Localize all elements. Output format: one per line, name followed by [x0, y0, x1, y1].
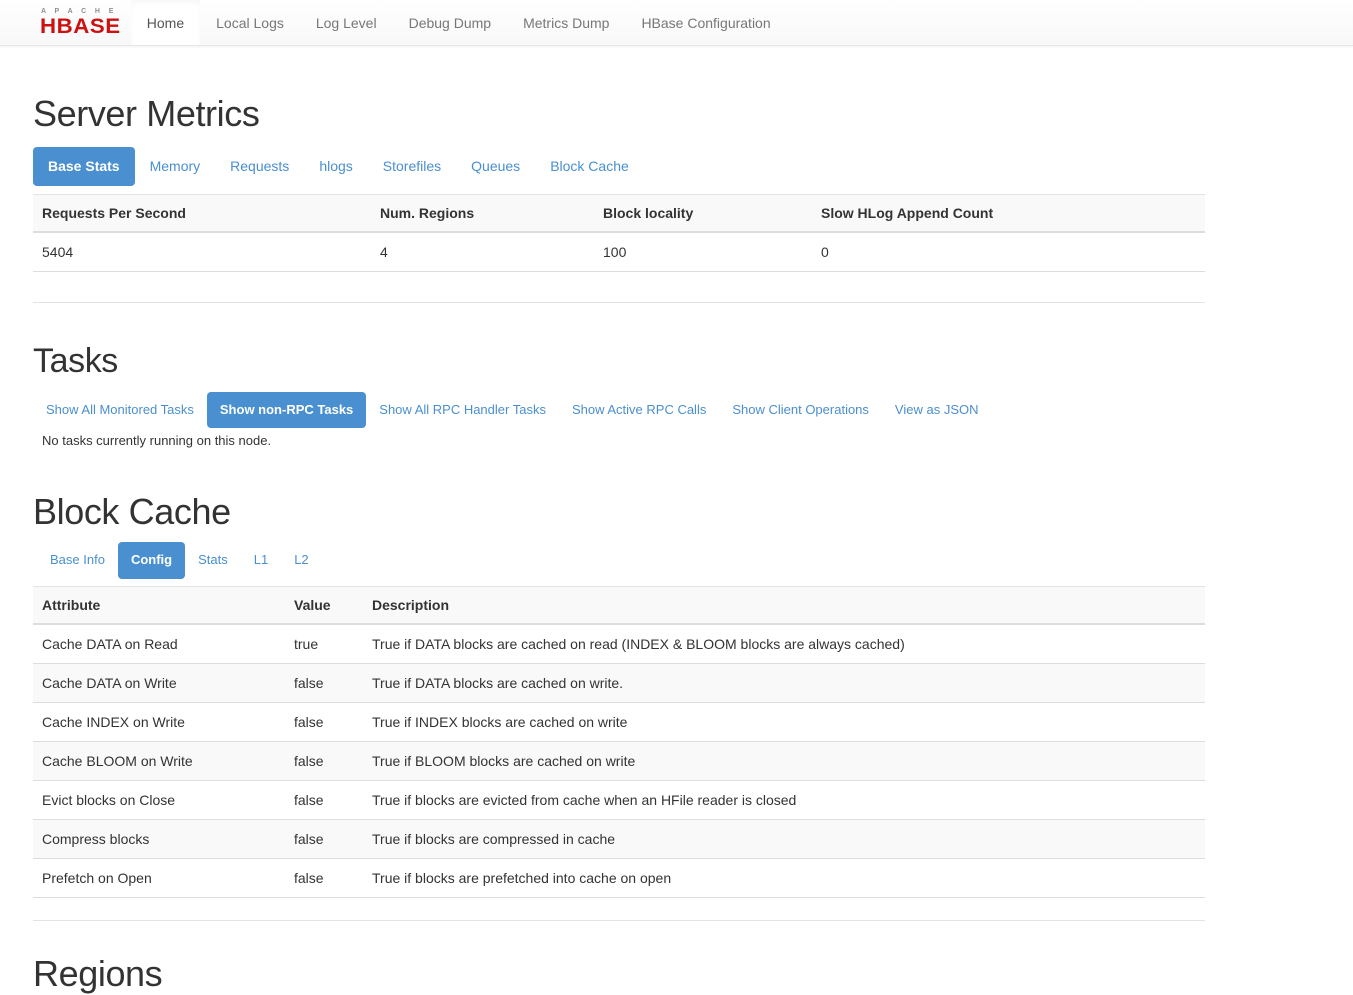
- tab-memory[interactable]: Memory: [135, 147, 216, 187]
- tab-base-info[interactable]: Base Info: [37, 542, 118, 578]
- server-metrics-table-head: Requests Per SecondNum. RegionsBlock loc…: [33, 195, 1205, 233]
- table-cell: Cache INDEX on Write: [33, 702, 285, 741]
- tab-block-cache[interactable]: Block Cache: [535, 147, 644, 187]
- column-header: Num. Regions: [371, 195, 594, 233]
- tab-l2[interactable]: L2: [281, 542, 321, 578]
- nav-item-local-logs[interactable]: Local Logs: [200, 0, 300, 45]
- tab-storefiles[interactable]: Storefiles: [368, 147, 456, 187]
- table-cell: True if DATA blocks are cached on write.: [363, 663, 1205, 702]
- tab-show-non-rpc-tasks[interactable]: Show non-RPC Tasks: [207, 392, 366, 428]
- block-cache-tabs: Base InfoConfigStatsL1L2: [37, 542, 1174, 578]
- table-row: Cache DATA on WritefalseTrue if DATA blo…: [33, 663, 1205, 702]
- column-header: Attribute: [33, 586, 285, 624]
- table-header-row: AttributeValueDescription: [33, 586, 1205, 624]
- table-row: 540441000: [33, 232, 1205, 272]
- tasks-empty-message: No tasks currently running on this node.: [42, 432, 1174, 450]
- navbar-links: HomeLocal LogsLog LevelDebug DumpMetrics…: [131, 0, 787, 45]
- table-cell: Cache DATA on Write: [33, 663, 285, 702]
- top-navbar: A P A C H E HBASE HomeLocal LogsLog Leve…: [0, 0, 1353, 46]
- section-divider-block-cache: [33, 920, 1205, 921]
- tab-base-stats[interactable]: Base Stats: [33, 147, 135, 187]
- table-cell: Prefetch on Open: [33, 858, 285, 897]
- table-cell: true: [285, 624, 363, 664]
- column-header: Slow HLog Append Count: [812, 195, 1205, 233]
- nav-item-hbase-configuration[interactable]: HBase Configuration: [625, 0, 786, 45]
- tab-show-all-rpc-handler-tasks[interactable]: Show All RPC Handler Tasks: [366, 392, 559, 428]
- table-cell: false: [285, 858, 363, 897]
- table-cell: false: [285, 702, 363, 741]
- table-cell: Compress blocks: [33, 819, 285, 858]
- brand-hbase-text: HBASE: [40, 17, 121, 37]
- table-cell: True if DATA blocks are cached on read (…: [363, 624, 1205, 664]
- block-cache-table-body: Cache DATA on ReadtrueTrue if DATA block…: [33, 624, 1205, 898]
- table-cell: True if INDEX blocks are cached on write: [363, 702, 1205, 741]
- table-cell: Cache DATA on Read: [33, 624, 285, 664]
- table-cell: True if BLOOM blocks are cached on write: [363, 741, 1205, 780]
- table-cell: 5404: [33, 232, 371, 272]
- column-header: Block locality: [594, 195, 812, 233]
- table-cell: false: [285, 663, 363, 702]
- tab-stats[interactable]: Stats: [185, 542, 241, 578]
- table-row: Compress blocksfalseTrue if blocks are c…: [33, 819, 1205, 858]
- block-cache-title: Block Cache: [33, 492, 1174, 532]
- tab-config[interactable]: Config: [118, 542, 185, 578]
- table-cell: True if blocks are prefetched into cache…: [363, 858, 1205, 897]
- tab-requests[interactable]: Requests: [215, 147, 304, 187]
- tab-queues[interactable]: Queues: [456, 147, 535, 187]
- table-row: Cache DATA on ReadtrueTrue if DATA block…: [33, 624, 1205, 664]
- table-cell: false: [285, 741, 363, 780]
- nav-item-debug-dump[interactable]: Debug Dump: [393, 0, 508, 45]
- tab-view-as-json[interactable]: View as JSON: [882, 392, 992, 428]
- tab-show-all-monitored-tasks[interactable]: Show All Monitored Tasks: [33, 392, 207, 428]
- block-cache-table-head: AttributeValueDescription: [33, 586, 1205, 624]
- column-header: Description: [363, 586, 1205, 624]
- table-cell: Evict blocks on Close: [33, 780, 285, 819]
- tab-hlogs[interactable]: hlogs: [304, 147, 367, 187]
- hbase-logo[interactable]: A P A C H E HBASE: [0, 0, 131, 45]
- server-metrics-table-wrap: Requests Per SecondNum. RegionsBlock loc…: [33, 194, 1174, 272]
- nav-item-log-level[interactable]: Log Level: [300, 0, 393, 45]
- server-metrics-tabs: Base StatsMemoryRequestshlogsStorefilesQ…: [33, 147, 1174, 187]
- nav-item-metrics-dump[interactable]: Metrics Dump: [507, 0, 625, 45]
- regions-title: Regions: [33, 954, 1174, 994]
- server-metrics-table-body: 540441000: [33, 232, 1205, 272]
- table-row: Cache BLOOM on WritefalseTrue if BLOOM b…: [33, 741, 1205, 780]
- tab-show-active-rpc-calls[interactable]: Show Active RPC Calls: [559, 392, 719, 428]
- table-row: Prefetch on OpenfalseTrue if blocks are …: [33, 858, 1205, 897]
- server-metrics-table: Requests Per SecondNum. RegionsBlock loc…: [33, 194, 1205, 272]
- table-cell: True if blocks are compressed in cache: [363, 819, 1205, 858]
- table-cell: 4: [371, 232, 594, 272]
- server-metrics-title: Server Metrics: [33, 94, 1174, 134]
- nav-item-home[interactable]: Home: [131, 0, 200, 45]
- tab-show-client-operations[interactable]: Show Client Operations: [719, 392, 882, 428]
- table-cell: Cache BLOOM on Write: [33, 741, 285, 780]
- table-row: Cache INDEX on WritefalseTrue if INDEX b…: [33, 702, 1205, 741]
- column-header: Value: [285, 586, 363, 624]
- table-cell: 100: [594, 232, 812, 272]
- table-cell: false: [285, 819, 363, 858]
- column-header: Requests Per Second: [33, 195, 371, 233]
- table-cell: True if blocks are evicted from cache wh…: [363, 780, 1205, 819]
- table-row: Evict blocks on ClosefalseTrue if blocks…: [33, 780, 1205, 819]
- table-cell: false: [285, 780, 363, 819]
- section-divider-metrics: [33, 302, 1205, 303]
- block-cache-table: AttributeValueDescription Cache DATA on …: [33, 586, 1205, 898]
- page-content: Server Metrics Base StatsMemoryRequestsh…: [0, 94, 1174, 995]
- tasks-tabs: Show All Monitored TasksShow non-RPC Tas…: [33, 392, 1174, 428]
- block-cache-table-wrap: AttributeValueDescription Cache DATA on …: [33, 586, 1174, 898]
- table-header-row: Requests Per SecondNum. RegionsBlock loc…: [33, 195, 1205, 233]
- tasks-title: Tasks: [33, 343, 1174, 380]
- table-cell: 0: [812, 232, 1205, 272]
- tab-l1[interactable]: L1: [241, 542, 281, 578]
